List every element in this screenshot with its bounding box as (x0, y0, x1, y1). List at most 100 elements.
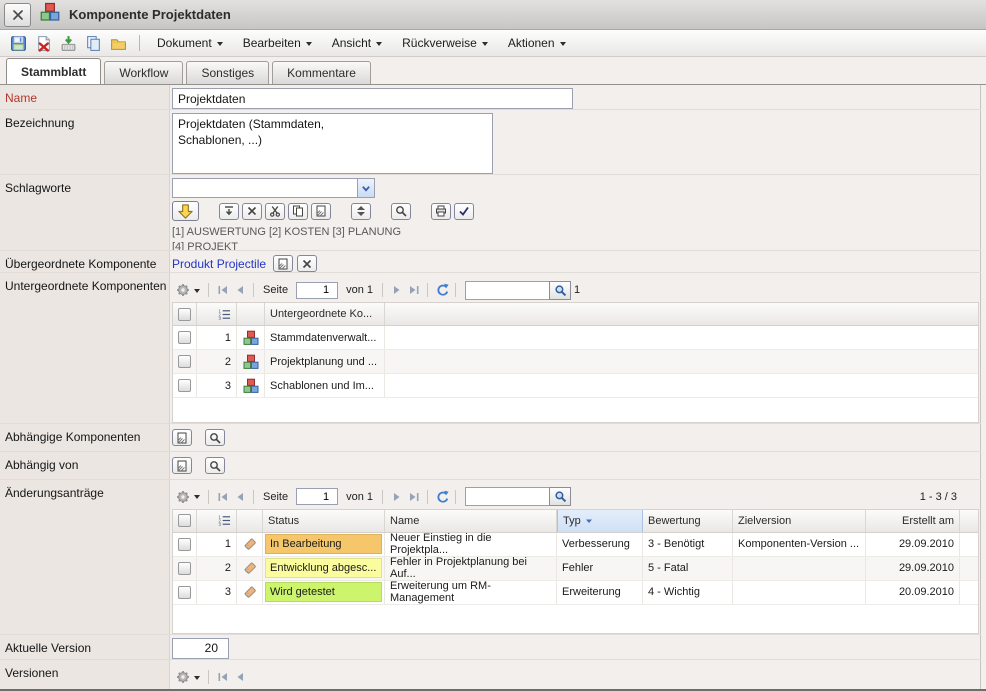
cut-button[interactable] (265, 203, 285, 220)
remove-button[interactable] (242, 203, 262, 220)
first-page-button[interactable] (214, 282, 231, 298)
menu-rueckverweise[interactable]: Rückverweise (392, 30, 498, 56)
column-header-zielversion[interactable]: Zielversion (733, 510, 866, 532)
combobox-dropdown-button[interactable] (357, 179, 374, 197)
aktuelle-version-input[interactable] (172, 638, 229, 659)
page-number-input[interactable] (296, 282, 338, 299)
search-reference-button[interactable] (205, 429, 225, 446)
row-checkbox[interactable] (178, 379, 191, 392)
page-label: Seite (263, 491, 288, 503)
prev-page-button[interactable] (231, 669, 248, 685)
paste-button[interactable] (311, 203, 331, 220)
parent-component-link[interactable]: Produkt Projectile (172, 257, 266, 271)
refresh-button[interactable] (433, 489, 450, 505)
copy-small-button[interactable] (288, 203, 308, 220)
copy-button[interactable] (82, 32, 105, 54)
next-page-button[interactable] (388, 282, 405, 298)
select-all-button[interactable] (219, 203, 239, 220)
row-checkbox[interactable] (178, 331, 191, 344)
print-button[interactable] (431, 203, 451, 220)
row-checkbox[interactable] (178, 562, 191, 575)
apply-down-button[interactable] (172, 201, 199, 221)
next-page-button[interactable] (388, 489, 405, 505)
table-row[interactable]: 2 Entwicklung abgesc... Fehler in Projek… (173, 557, 978, 581)
change-request-created: 29.09.2010 (866, 557, 960, 580)
svg-text:3: 3 (218, 316, 221, 321)
column-header-status[interactable]: Status (263, 510, 385, 532)
tab-sonstiges[interactable]: Sonstiges (186, 61, 269, 84)
prev-page-button[interactable] (231, 489, 248, 505)
grid-search-input[interactable] (465, 487, 549, 506)
check-icon (458, 205, 470, 217)
select-all-checkbox[interactable] (178, 514, 191, 527)
column-header-name[interactable]: Name (385, 510, 557, 532)
menu-bearbeiten[interactable]: Bearbeiten (233, 30, 322, 56)
gear-icon (175, 282, 191, 298)
folder-button[interactable] (107, 32, 130, 54)
page-label: Seite (263, 284, 288, 296)
tab-kommentare[interactable]: Kommentare (272, 61, 371, 84)
table-row[interactable]: 1 Stammdatenverwalt... (173, 326, 978, 350)
paste-reference-button[interactable] (273, 255, 293, 272)
remove-reference-button[interactable] (297, 255, 317, 272)
grid-settings-button[interactable] (172, 282, 203, 298)
close-button[interactable] (4, 3, 31, 27)
paste-reference-button[interactable] (172, 429, 192, 446)
table-row[interactable]: 3 Schablonen und Im... (173, 374, 978, 398)
first-page-button[interactable] (214, 489, 231, 505)
paste-reference-button[interactable] (172, 457, 192, 474)
paste-icon (176, 432, 188, 444)
search-icon (554, 284, 567, 297)
refresh-button[interactable] (433, 282, 450, 298)
subcomponents-grid: Seite von 1 (172, 278, 979, 423)
row-checkbox[interactable] (178, 355, 191, 368)
table-row[interactable]: 3 Wird getestet Erweiterung um RM-Manage… (173, 581, 978, 605)
copy-icon (85, 35, 102, 52)
row-checkbox[interactable] (178, 586, 191, 599)
sort-button[interactable] (351, 203, 371, 220)
menu-dokument[interactable]: Dokument (147, 30, 233, 56)
name-input[interactable] (172, 88, 573, 109)
grid-search-input[interactable] (465, 281, 549, 300)
paste-icon (315, 205, 327, 217)
grid-search-button[interactable] (549, 281, 571, 300)
grid-search-button[interactable] (549, 487, 571, 506)
grid-settings-button[interactable] (172, 489, 203, 505)
search-reference-button[interactable] (205, 457, 225, 474)
bezeichnung-textarea[interactable]: Projektdaten (Stammdaten, Schablonen, ..… (172, 113, 493, 174)
printer-icon (435, 205, 447, 217)
change-request-created: 29.09.2010 (866, 533, 960, 556)
import-button[interactable] (57, 32, 80, 54)
tab-stammblatt[interactable]: Stammblatt (6, 58, 101, 84)
change-request-name: Fehler in Projektplanung bei Auf... (385, 557, 557, 580)
column-header-untergeordnete[interactable]: Untergeordnete Ko... (265, 303, 385, 325)
search-small-button[interactable] (391, 203, 411, 220)
menu-ansicht[interactable]: Ansicht (322, 30, 392, 56)
save-button[interactable] (7, 32, 30, 54)
row-checkbox[interactable] (178, 538, 191, 551)
first-page-button[interactable] (214, 669, 231, 685)
gear-icon (175, 669, 191, 685)
column-header-typ[interactable]: Typ (557, 510, 643, 532)
tab-workflow[interactable]: Workflow (104, 61, 183, 84)
page-of-label: von 1 (346, 491, 373, 503)
column-header-bewertung[interactable]: Bewertung (643, 510, 733, 532)
last-page-button[interactable] (405, 282, 422, 298)
page-number-input[interactable] (296, 488, 338, 505)
column-header-erstellt-am[interactable]: Erstellt am (866, 510, 960, 532)
component-icon (40, 2, 60, 27)
select-all-checkbox[interactable] (178, 308, 191, 321)
confirm-button[interactable] (454, 203, 474, 220)
schlagworte-combobox[interactable] (172, 178, 375, 198)
menu-aktionen[interactable]: Aktionen (498, 30, 576, 56)
save-icon (10, 35, 27, 52)
select-lines-icon (223, 205, 235, 217)
table-row[interactable]: 1 In Bearbeitung Neuer Einstieg in die P… (173, 533, 978, 557)
table-row[interactable]: 2 Projektplanung und ... (173, 350, 978, 374)
next-page-icon (391, 284, 403, 296)
versionen-label: Versionen (0, 660, 170, 689)
prev-page-button[interactable] (231, 282, 248, 298)
grid-settings-button[interactable] (172, 669, 203, 685)
delete-document-button[interactable] (32, 32, 55, 54)
last-page-button[interactable] (405, 489, 422, 505)
